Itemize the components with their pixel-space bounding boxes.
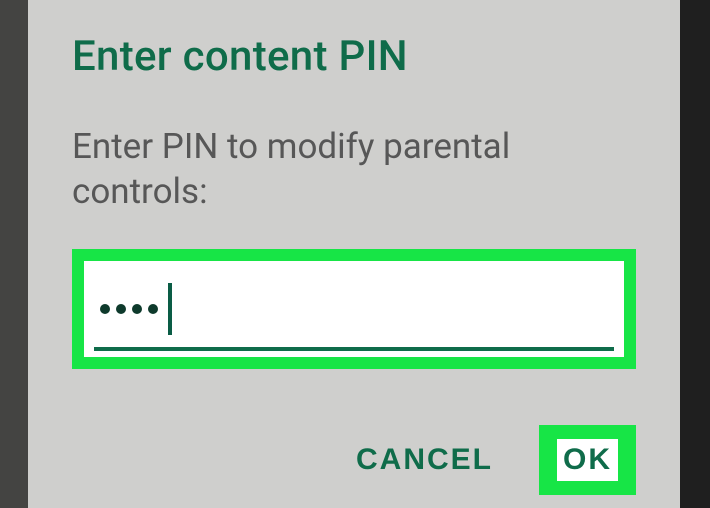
pin-dot <box>132 304 142 314</box>
pin-dot <box>100 304 110 314</box>
app-backdrop: Enter content PIN Enter PIN to modify pa… <box>0 0 710 508</box>
pin-dot <box>116 304 126 314</box>
system-nav-rail <box>678 0 710 508</box>
pin-mask-dots <box>100 283 172 335</box>
dialog-title: Enter content PIN <box>72 32 636 81</box>
text-cursor <box>168 283 172 335</box>
pin-dialog: Enter content PIN Enter PIN to modify pa… <box>28 0 680 508</box>
ok-button-highlight: OK <box>539 425 636 495</box>
input-underline <box>94 347 614 351</box>
pin-dot <box>148 304 158 314</box>
dialog-actions: CANCEL OK <box>72 425 636 495</box>
dialog-message: Enter PIN to modify parental controls: <box>72 125 636 215</box>
pin-input-highlight <box>72 249 636 369</box>
ok-button[interactable]: OK <box>557 439 618 481</box>
pin-input[interactable] <box>84 261 624 357</box>
cancel-button[interactable]: CANCEL <box>356 443 493 477</box>
